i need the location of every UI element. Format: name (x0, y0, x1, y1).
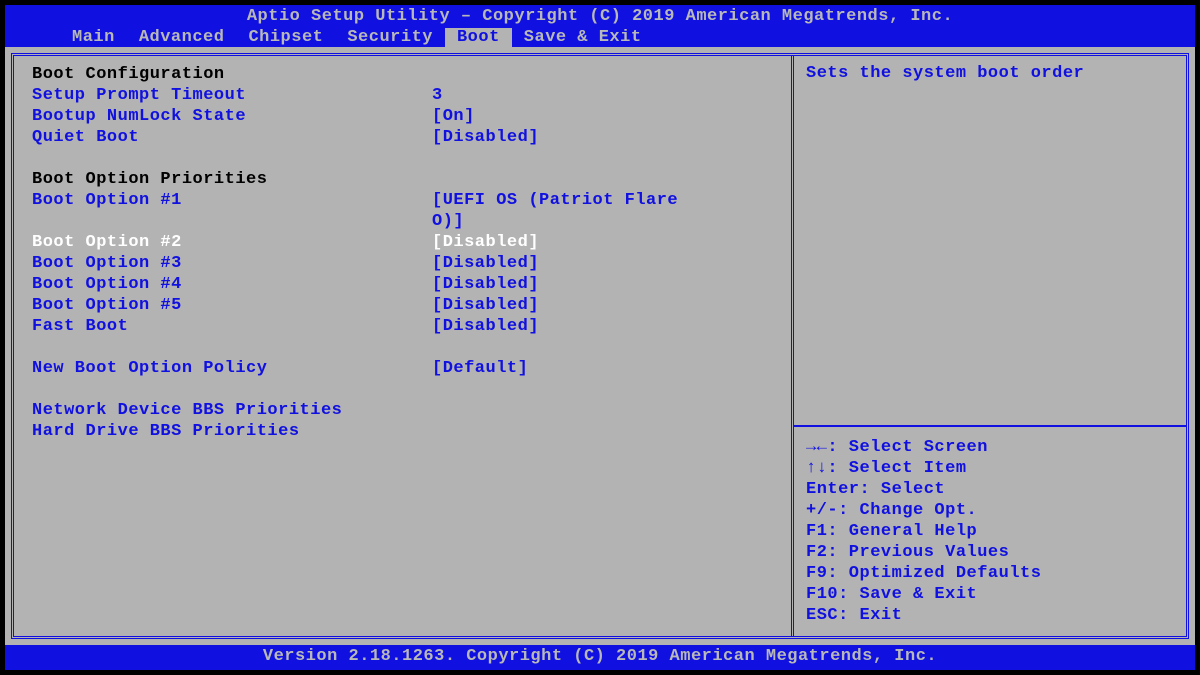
bootup-numlock-value: [On] (432, 106, 475, 127)
network-bbs-label: Network Device BBS Priorities (32, 400, 432, 421)
section-boot-config: Boot Configuration (32, 64, 773, 85)
main-panel: Boot Configuration Setup Prompt Timeout … (14, 56, 794, 636)
hint-save-exit: F10: Save & Exit (806, 584, 1174, 605)
fast-boot-value: [Disabled] (432, 316, 539, 337)
bootup-numlock-state[interactable]: Bootup NumLock State [On] (32, 106, 773, 127)
boot-option-5-label: Boot Option #5 (32, 295, 432, 316)
boot-option-3-value: [Disabled] (432, 253, 539, 274)
hint-select-item: ↑↓: Select Item (806, 458, 1174, 479)
boot-option-5-value: [Disabled] (432, 295, 539, 316)
new-boot-policy-value: [Default] (432, 358, 528, 379)
hint-previous-values: F2: Previous Values (806, 542, 1174, 563)
tab-main[interactable]: Main (60, 28, 127, 47)
fast-boot-label: Fast Boot (32, 316, 432, 337)
boot-option-4-label: Boot Option #4 (32, 274, 432, 295)
boot-option-4[interactable]: Boot Option #4 [Disabled] (32, 274, 773, 295)
boot-option-3[interactable]: Boot Option #3 [Disabled] (32, 253, 773, 274)
bootup-numlock-label: Bootup NumLock State (32, 106, 432, 127)
network-device-bbs-priorities[interactable]: Network Device BBS Priorities (32, 400, 773, 421)
tab-save-exit[interactable]: Save & Exit (512, 28, 654, 47)
footer-version: Version 2.18.1263. Copyright (C) 2019 Am… (5, 645, 1195, 670)
boot-option-2-value: [Disabled] (432, 232, 539, 253)
side-panel: Sets the system boot order →←: Select Sc… (794, 56, 1186, 636)
boot-option-4-value: [Disabled] (432, 274, 539, 295)
tab-boot[interactable]: Boot (445, 28, 512, 47)
boot-option-2-label: Boot Option #2 (32, 232, 432, 253)
quiet-boot[interactable]: Quiet Boot [Disabled] (32, 127, 773, 148)
hint-esc-exit: ESC: Exit (806, 605, 1174, 626)
section-boot-priorities: Boot Option Priorities (32, 169, 773, 190)
boot-option-1-value: [UEFI OS (Patriot Flare (432, 190, 678, 211)
boot-option-2[interactable]: Boot Option #2 [Disabled] (32, 232, 773, 253)
tab-advanced[interactable]: Advanced (127, 28, 237, 47)
setup-prompt-timeout-label: Setup Prompt Timeout (32, 85, 432, 106)
boot-option-1-value-cont: O)] (432, 211, 464, 232)
new-boot-option-policy[interactable]: New Boot Option Policy [Default] (32, 358, 773, 379)
quiet-boot-label: Quiet Boot (32, 127, 432, 148)
tab-bar: Main Advanced Chipset Security Boot Save… (5, 28, 1195, 47)
hint-select-screen: →←: Select Screen (806, 437, 1174, 458)
new-boot-policy-label: New Boot Option Policy (32, 358, 432, 379)
keyboard-hints: →←: Select Screen ↑↓: Select Item Enter:… (794, 427, 1186, 636)
hint-optimized-defaults: F9: Optimized Defaults (806, 563, 1174, 584)
setup-prompt-timeout-value: 3 (432, 85, 443, 106)
setup-prompt-timeout[interactable]: Setup Prompt Timeout 3 (32, 85, 773, 106)
tab-security[interactable]: Security (335, 28, 445, 47)
quiet-boot-value: [Disabled] (432, 127, 539, 148)
boot-option-1-label: Boot Option #1 (32, 190, 432, 211)
boot-option-5[interactable]: Boot Option #5 [Disabled] (32, 295, 773, 316)
boot-option-1[interactable]: Boot Option #1 [UEFI OS (Patriot Flare (32, 190, 773, 211)
fast-boot[interactable]: Fast Boot [Disabled] (32, 316, 773, 337)
hint-change-opt: +/-: Change Opt. (806, 500, 1174, 521)
header-title: Aptio Setup Utility – Copyright (C) 2019… (5, 5, 1195, 28)
hint-general-help: F1: General Help (806, 521, 1174, 542)
help-text: Sets the system boot order (806, 64, 1174, 83)
hard-drive-bbs-priorities[interactable]: Hard Drive BBS Priorities (32, 421, 773, 442)
boot-option-3-label: Boot Option #3 (32, 253, 432, 274)
hdd-bbs-label: Hard Drive BBS Priorities (32, 421, 432, 442)
boot-option-1-cont: O)] (32, 211, 773, 232)
tab-chipset[interactable]: Chipset (236, 28, 335, 47)
hint-enter-select: Enter: Select (806, 479, 1174, 500)
